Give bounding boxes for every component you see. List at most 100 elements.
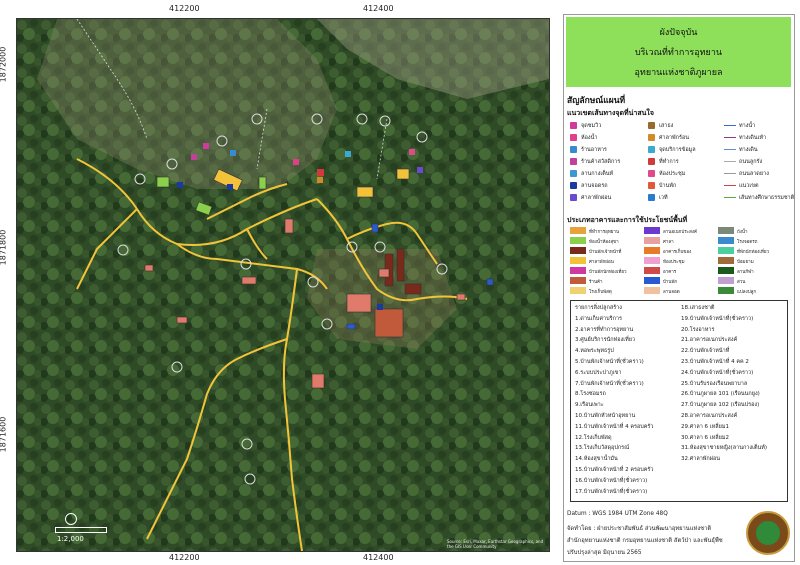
- legend-item-label: ลานกางเต็นท์: [581, 170, 614, 177]
- landuse-label: ศาลา: [663, 240, 674, 245]
- legend-item-label: บ้านพัก: [659, 182, 677, 189]
- legend-symbol-icon: [648, 194, 655, 201]
- landuse-label: บ้านพัก: [663, 280, 678, 285]
- place-item: 19.บ้านพักเจ้าหน้าที่(ชั่วคราว): [681, 315, 754, 322]
- place-item: 5.บ้านพักเจ้าหน้าที่(ชั่วคราว): [575, 359, 644, 365]
- landuse-label: อาคารเก็บของ: [663, 250, 692, 255]
- place-item: 18.เสาธงชาติ: [681, 305, 715, 311]
- scale-label: 1:2,000: [57, 535, 84, 543]
- landuse-swatch: [570, 287, 586, 294]
- landuse-label: โรงเก็บพัสดุ: [589, 290, 612, 295]
- updated-text: ปรับปรุงล่าสุด มิถุนายน 2565: [567, 550, 642, 556]
- made-by-text: จัดทำโดย : ฝ่ายประชาสัมพันธ์ ส่วนพัฒนาอุ…: [567, 526, 712, 532]
- department-text: สำนักอุทยานแห่งชาติ กรมอุทยานแห่งชาติ สั…: [567, 538, 723, 544]
- legend-line-item: ทางเดินเท้า: [724, 133, 766, 142]
- place-item: 9.เรือนเพาะ: [575, 402, 604, 409]
- landuse-swatch: [718, 277, 734, 284]
- satellite-map[interactable]: 1:2,000 Source: Esri, Maxar, Earthstar G…: [16, 18, 550, 552]
- map-canvas: [17, 19, 549, 551]
- department-seal-logo: [746, 511, 790, 555]
- title-line-3: อุทยานแห่งชาติภูผายล: [634, 68, 723, 78]
- place-item: 13.โรงเก็บวัสดุอุปกรณ์: [575, 445, 630, 452]
- landuse-swatch: [644, 277, 660, 284]
- place-item: 32.ศาลาพักผ่อน: [681, 456, 721, 463]
- legend-symbol-icon: [648, 158, 655, 165]
- legend-line-swatch: [724, 197, 736, 198]
- legend-item-label: ลานจอดรถ: [581, 182, 608, 189]
- place-item: 22.บ้านพักเจ้าหน้าที่: [681, 348, 730, 355]
- legend-item: ศาลาพักร้อน: [648, 133, 689, 142]
- place-item: 10.บ้านพักหัวหน้าอุทยาน: [575, 413, 636, 419]
- place-item: 29.ศาลา 6 เหลี่ยม1: [681, 423, 730, 430]
- legend-item: ห้องประชุม: [648, 169, 685, 178]
- legend-subheading: แนวเขตเส้นทางจุดที่น่าสนใจ: [567, 109, 654, 117]
- legend-item: ลานจอดรถ: [570, 181, 608, 190]
- place-item: 15.บ้านพักเจ้าหน้าที่ 2 ครอบครัว: [575, 467, 654, 473]
- legend-line-swatch: [724, 161, 736, 162]
- place-item: 23.บ้านพักเจ้าหน้าที่ 4 คค 2: [681, 359, 749, 365]
- x-tick-top-1: 412200: [169, 4, 200, 13]
- x-tick-top-2: 412400: [363, 4, 394, 13]
- place-item: 17.บ้านพักเจ้าหน้าที่(ชั่วคราว): [575, 488, 648, 495]
- legend-line-label: ทางน้ำ: [739, 122, 756, 129]
- place-item: 30.ศาลา 6 เหลี่ยม2: [681, 434, 730, 441]
- landuse-label: ที่พักนักท่องเที่ยว: [737, 250, 769, 255]
- legend-line-label: แนวเขต: [739, 182, 759, 189]
- x-tick-bottom-1: 412200: [169, 553, 200, 562]
- legend-item: จุดบริการข้อมูล: [648, 145, 696, 154]
- landuse-swatch: [644, 247, 660, 254]
- landuse-label: ศาลาพักผ่อน: [589, 260, 614, 265]
- legend-item: เสาธง: [648, 121, 673, 130]
- landuse-swatch: [570, 227, 586, 234]
- landuse-swatch: [644, 257, 660, 264]
- place-item: 25.บ้านรับรองเรือนพยาบาล: [681, 380, 748, 387]
- legend-line-item: แนวเขต: [724, 181, 759, 190]
- landuse-label: ที่ทำการอุทยาน: [589, 230, 620, 235]
- legend-item: ลานกางเต็นท์: [570, 169, 613, 178]
- landuse-label: บ้านพักนักท่องเที่ยว: [589, 270, 627, 275]
- place-item: 3.ศูนย์บริการนักท่องเที่ยว: [575, 337, 636, 344]
- place-item: 2.อาคารที่ทำการอุทยาน: [575, 326, 634, 333]
- place-list: รายการสิ่งปลูกสร้าง 1.ด่านเก็บค่าบริการ 2.…: [570, 300, 788, 502]
- x-tick-bottom-2: 412400: [363, 553, 394, 562]
- landuse-label: ห้องประชุม: [663, 260, 685, 265]
- landuse-swatch: [570, 237, 586, 244]
- legend-item-label: ร้านอาหาร: [581, 146, 607, 153]
- legend-symbol-icon: [570, 122, 577, 129]
- legend-line-label: เส้นทางศึกษาธรรมชาติ: [739, 194, 795, 201]
- place-item: 4.หอพระพุทธรูป: [575, 348, 614, 355]
- legend-line-item: เส้นทางศึกษาธรรมชาติ: [724, 193, 794, 202]
- place-item: 24.บ้านพักเจ้าหน้าที่(ชั่วคราว): [681, 369, 754, 376]
- landuse-swatch: [718, 257, 734, 264]
- legend-line-item: ถนนลาดยาง: [724, 169, 769, 178]
- landuse-swatch: [570, 267, 586, 274]
- legend-symbol-icon: [570, 134, 577, 141]
- place-item: 7.บ้านพักเจ้าหน้าที่(ชั่วคราว): [575, 380, 644, 387]
- landuse-heading: ประเภทอาคารและการใช้ประโยชน์พื้นที่: [567, 216, 688, 224]
- place-item: 8.โรงซ่อมรถ: [575, 391, 606, 398]
- scale-bar: [55, 527, 107, 533]
- place-item: 27.บ้านภูผายล 102 (เรือนปรอง): [681, 402, 760, 409]
- legend-line-item: ทางน้ำ: [724, 121, 755, 130]
- title-box: ผังปัจจุบัน บริเวณที่ทำการอุทยาน อุทยานแ…: [566, 17, 791, 87]
- landuse-swatch: [644, 227, 660, 234]
- place-item: 11.บ้านพักเจ้าหน้าที่ 4 ครอบครัว: [575, 423, 654, 430]
- landuse-label: สวน: [737, 280, 746, 285]
- legend-item: เวที: [648, 193, 668, 202]
- y-tick-left-2: 1871800: [0, 229, 8, 266]
- landuse-label: ร้านค้า: [589, 280, 603, 285]
- landuse-label: โรงจอดรถ: [737, 240, 758, 245]
- landuse-swatch: [718, 227, 734, 234]
- legend-item-label: ร้านค้าสวัสดิการ: [581, 158, 621, 165]
- landuse-label: บ้านพักเจ้าหน้าที่: [589, 250, 622, 255]
- legend-line-swatch: [724, 125, 736, 126]
- landuse-label: ลานกีฬา: [737, 270, 754, 275]
- landuse-swatch: [718, 267, 734, 274]
- place-item: รายการสิ่งปลูกสร้าง: [575, 305, 622, 311]
- place-item: 16.บ้านพักเจ้าหน้าที่(ชั่วคราว): [575, 477, 648, 484]
- landuse-swatch: [644, 287, 660, 294]
- legend-item: บ้านพัก: [648, 181, 676, 190]
- landuse-swatch: [644, 237, 660, 244]
- landuse-swatch: [718, 237, 734, 244]
- legend-line-label: ถนนลูกรัง: [739, 158, 763, 165]
